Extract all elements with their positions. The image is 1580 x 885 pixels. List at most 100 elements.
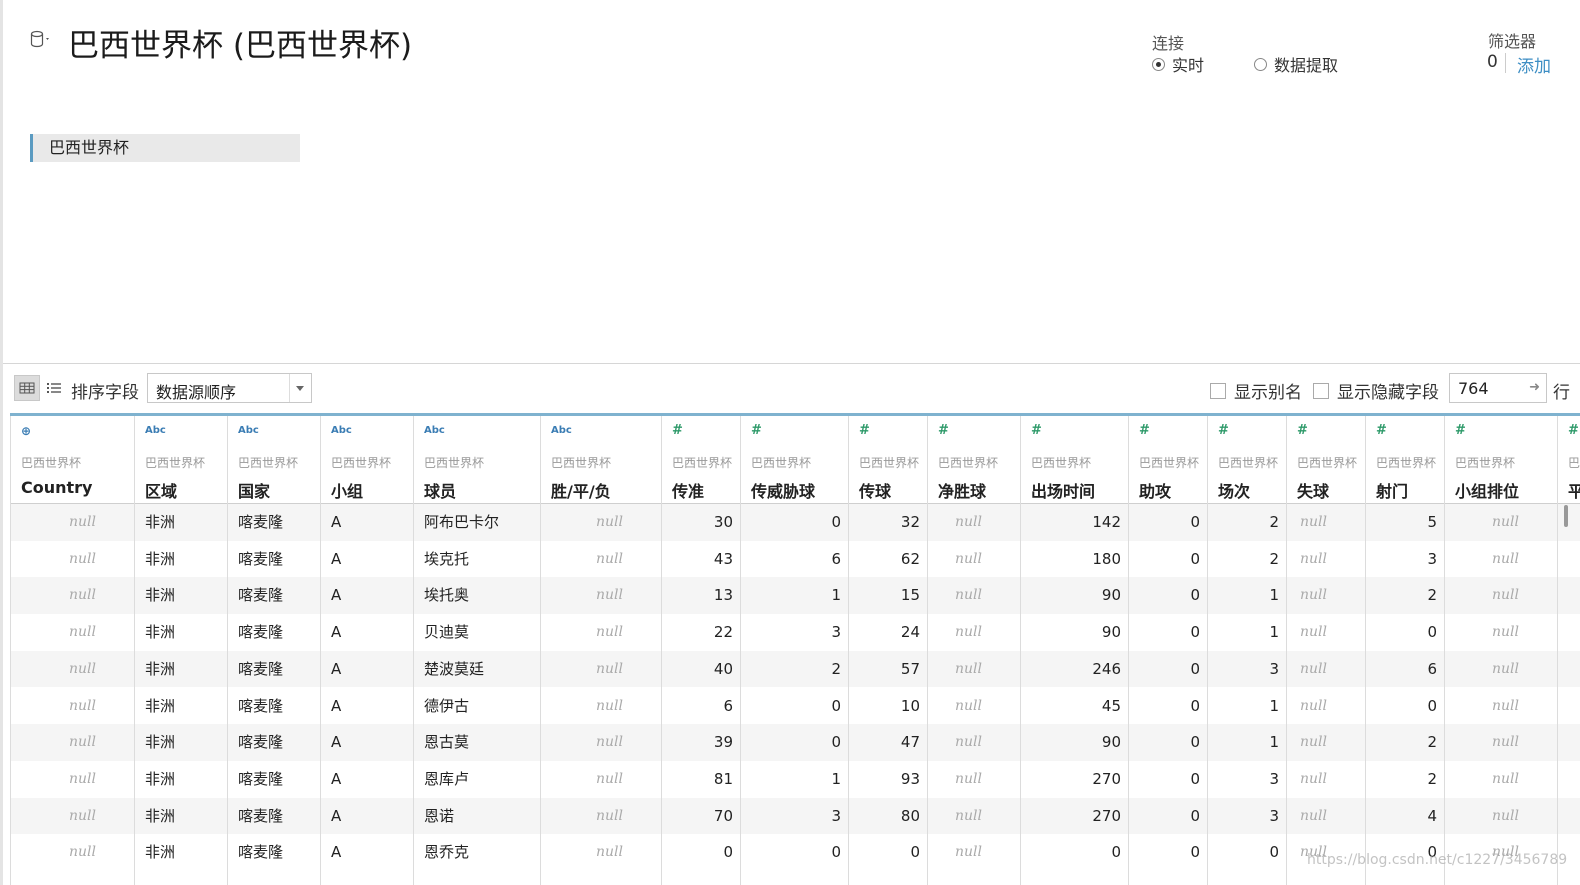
column-header[interactable]: Abc 巴西世界杯 球员 <box>414 416 540 504</box>
column-2[interactable]: Abc 巴西世界杯 国家 喀麦隆 喀麦隆 喀麦隆 喀麦隆 喀麦隆 喀麦隆 喀麦隆 喀麦隆 喀麦隆 喀麦隆 <box>227 416 320 885</box>
number-type-icon[interactable]: # <box>1455 424 1466 437</box>
column-name[interactable]: 传准 <box>672 478 704 502</box>
column-8[interactable]: # 巴西世界杯 传球 32 62 15 24 57 10 47 93 80 0 <box>848 416 927 885</box>
table-cell: 24 <box>900 623 920 642</box>
string-type-icon[interactable]: Abc <box>424 425 445 437</box>
column-name[interactable]: 胜/平/负 <box>551 478 611 502</box>
page-title[interactable]: 巴西世界杯 (巴西世界杯) <box>68 20 412 65</box>
number-type-icon[interactable]: # <box>1376 424 1387 437</box>
sort-fields-select[interactable]: 数据源顺序 <box>147 373 312 403</box>
column-header[interactable]: ⊕ 巴西世界杯 Country <box>11 416 134 504</box>
column-name[interactable]: 小组排位 <box>1455 478 1519 502</box>
column-16[interactable]: # 巴西世界杯平 <box>1557 416 1580 885</box>
number-type-icon[interactable]: # <box>1297 424 1308 437</box>
column-header[interactable]: Abc 巴西世界杯 国家 <box>228 416 320 504</box>
column-3[interactable]: Abc 巴西世界杯 小组 A A A A A A A A A A <box>320 416 413 885</box>
radio-live-indicator[interactable] <box>1152 57 1165 71</box>
table-cell: 47 <box>849 724 927 761</box>
table-cell: 45 <box>1101 696 1121 715</box>
column-header[interactable]: # 巴西世界杯 传威胁球 <box>741 416 848 504</box>
column-4[interactable]: Abc 巴西世界杯 球员 阿布巴卡尔 埃克托 埃托奥 贝迪莫 楚波莫廷 德伊古 恩古莫 恩库卢 恩诺恩… <box>413 416 540 885</box>
column-header[interactable]: # 巴西世界杯 失球 <box>1287 416 1365 504</box>
column-header[interactable]: Abc 巴西世界杯 胜/平/负 <box>541 416 661 504</box>
show-alias-checkbox[interactable]: 显示别名 <box>1210 378 1302 403</box>
number-type-icon[interactable]: # <box>751 424 762 437</box>
number-type-icon[interactable]: # <box>672 424 683 437</box>
column-name[interactable]: 射门 <box>1376 478 1408 502</box>
string-type-icon[interactable]: Abc <box>331 425 352 437</box>
data-grid[interactable]: ⊕ 巴西世界杯 Country null null null null null null nul… <box>10 413 1580 885</box>
column-header[interactable]: # 巴西世界杯 场次 <box>1208 416 1286 504</box>
show-alias-box[interactable] <box>1210 382 1226 399</box>
column-name[interactable]: 失球 <box>1297 478 1329 502</box>
arrow-right-icon[interactable]: ➜ <box>1529 380 1540 395</box>
column-source: 巴西世界杯 <box>21 456 82 470</box>
column-header[interactable]: # 巴西世界杯 净胜球 <box>928 416 1020 504</box>
column-7[interactable]: # 巴西世界杯 传威胁球 0 6 1 3 2 0 0 1 3 0 <box>740 416 848 885</box>
column-header[interactable]: # 巴西世界杯 小组排位 <box>1445 416 1557 504</box>
show-hidden-checkbox[interactable]: 显示隐藏字段 <box>1313 378 1439 403</box>
column-name[interactable]: Country <box>21 478 92 497</box>
radio-extract-indicator[interactable] <box>1254 57 1267 71</box>
column-name[interactable]: 出场时间 <box>1031 478 1095 502</box>
table-cell: 39 <box>662 724 740 761</box>
column-name[interactable]: 平 <box>1568 478 1580 502</box>
column-5[interactable]: Abc 巴西世界杯 胜/平/负 null null null null null null nul… <box>540 416 661 885</box>
column-header[interactable]: # 巴西世界杯 出场时间 <box>1021 416 1128 504</box>
column-name[interactable]: 净胜球 <box>938 478 986 502</box>
radio-extract[interactable]: 数据提取 <box>1254 52 1338 76</box>
rows-input[interactable]: 764 ➜ <box>1449 373 1547 403</box>
chevron-down-icon[interactable] <box>289 374 311 402</box>
column-name[interactable]: 助攻 <box>1139 478 1171 502</box>
column-name[interactable]: 区域 <box>145 478 177 502</box>
column-header[interactable]: # 巴西世界杯 助攻 <box>1129 416 1207 504</box>
table-cell: 0 <box>831 696 841 715</box>
table-cell: null <box>1445 724 1557 761</box>
column-header[interactable]: # 巴西世界杯 传球 <box>849 416 927 504</box>
column-name[interactable]: 场次 <box>1218 478 1250 502</box>
string-type-icon[interactable]: Abc <box>238 425 259 437</box>
column-14[interactable]: # 巴西世界杯 射门 5 3 2 0 6 0 2 2 4 0 <box>1365 416 1444 885</box>
radio-live[interactable]: 实时 <box>1152 52 1204 76</box>
column-1[interactable]: Abc 巴西世界杯 区域 非洲 非洲 非洲 非洲 非洲 非洲 非洲 非洲 非洲 非洲 <box>134 416 227 885</box>
column-header[interactable]: # 巴西世界杯平 <box>1558 416 1580 504</box>
column-name[interactable]: 球员 <box>424 478 456 502</box>
canvas-divider[interactable] <box>3 363 1580 364</box>
table-cell: 0 <box>1129 797 1207 835</box>
number-type-icon[interactable]: # <box>938 424 949 437</box>
datasource-icon[interactable] <box>30 30 52 48</box>
number-type-icon[interactable]: # <box>859 424 870 437</box>
column-15[interactable]: # 巴西世界杯 小组排位 null null null null null null null nu… <box>1444 416 1557 885</box>
number-type-icon[interactable]: # <box>1568 424 1579 437</box>
column-name[interactable]: 传球 <box>859 478 891 502</box>
add-filter-link[interactable]: 添加 <box>1517 52 1551 77</box>
table-cell: null <box>1287 650 1365 688</box>
column-header[interactable]: Abc 巴西世界杯 区域 <box>135 416 227 504</box>
column-header[interactable]: # 巴西世界杯 射门 <box>1366 416 1444 504</box>
column-header[interactable]: Abc 巴西世界杯 小组 <box>321 416 413 504</box>
number-type-icon[interactable]: # <box>1139 424 1150 437</box>
column-name[interactable]: 小组 <box>331 478 363 502</box>
number-type-icon[interactable]: # <box>1031 424 1042 437</box>
column-name[interactable]: 国家 <box>238 478 270 502</box>
column-13[interactable]: # 巴西世界杯 失球 null null null null null null null null… <box>1286 416 1365 885</box>
table-pill[interactable]: 巴西世界杯 <box>30 134 300 162</box>
column-name[interactable]: 传威胁球 <box>751 478 815 502</box>
vertical-scrollbar[interactable] <box>1564 505 1568 527</box>
string-type-icon[interactable]: Abc <box>551 425 572 437</box>
string-type-icon[interactable]: Abc <box>145 425 166 437</box>
column-11[interactable]: # 巴西世界杯 助攻 0 0 0 0 0 0 0 0 0 0 <box>1128 416 1207 885</box>
show-hidden-box[interactable] <box>1313 382 1329 399</box>
column-6[interactable]: # 巴西世界杯 传准 30 43 13 22 40 6 39 81 70 0 <box>661 416 740 885</box>
column-12[interactable]: # 巴西世界杯 场次 2 2 1 1 3 1 1 3 3 0 <box>1207 416 1286 885</box>
column-9[interactable]: # 巴西世界杯 净胜球 null null null null null null null nul… <box>927 416 1020 885</box>
number-type-icon[interactable]: # <box>1218 424 1229 437</box>
column-header[interactable]: # 巴西世界杯 传准 <box>662 416 740 504</box>
column-0[interactable]: ⊕ 巴西世界杯 Country null null null null null null nul… <box>10 416 134 885</box>
table-cell: 恩乔克 <box>424 843 470 862</box>
globe-icon[interactable]: ⊕ <box>21 425 31 437</box>
grid-view-button[interactable] <box>14 375 40 401</box>
column-10[interactable]: # 巴西世界杯 出场时间 142 180 90 90 246 45 90 270 270 0 <box>1020 416 1128 885</box>
list-view-icon[interactable] <box>46 380 62 396</box>
table-cell: 2 <box>1366 577 1444 615</box>
